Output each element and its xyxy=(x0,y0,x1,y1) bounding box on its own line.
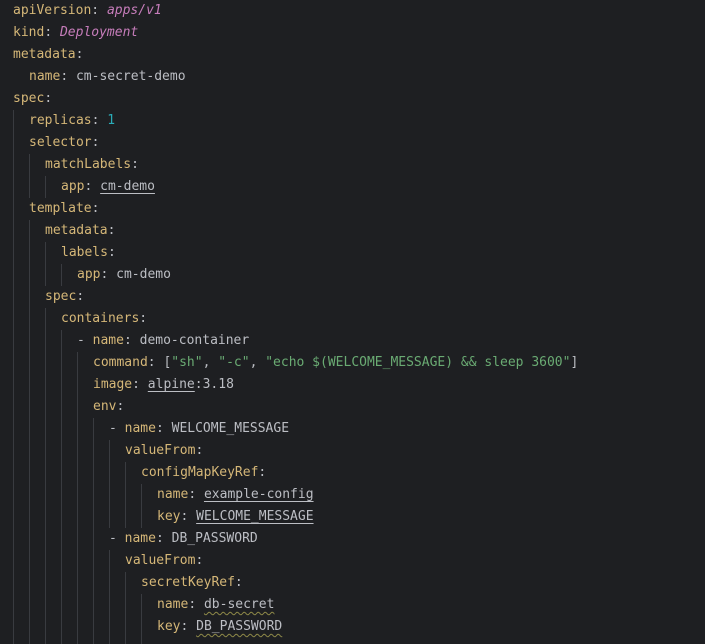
yaml-key: replicas xyxy=(29,113,92,128)
yaml-key: image xyxy=(93,377,133,392)
yaml-key: app xyxy=(61,179,85,194)
yaml-key: name xyxy=(157,487,189,502)
image-name[interactable]: alpine xyxy=(148,377,195,392)
yaml-key: selector xyxy=(29,135,92,150)
yaml-value: WELCOME_MESSAGE xyxy=(171,421,290,436)
code-line: command: ["sh", "-c", "echo $(WELCOME_ME… xyxy=(93,355,579,370)
yaml-value[interactable]: DB_PASSWORD xyxy=(196,619,282,634)
yaml-key: name xyxy=(124,421,156,436)
code-line: image: alpine:3.18 xyxy=(93,377,234,392)
code-line: app: cm-demo xyxy=(77,267,171,282)
yaml-key: valueFrom xyxy=(125,443,196,458)
code-line: kind: Deployment xyxy=(13,25,139,40)
yaml-string: "-c" xyxy=(218,355,250,370)
yaml-key: name xyxy=(92,333,124,348)
code-line: metadata: xyxy=(45,223,116,238)
yaml-key: kind xyxy=(13,25,45,40)
yaml-key: configMapKeyRef xyxy=(141,465,259,480)
code-line: key: DB_PASSWORD xyxy=(157,619,283,634)
command-arg: sh xyxy=(179,355,195,370)
yaml-key: valueFrom xyxy=(125,553,196,568)
code-line: env: xyxy=(93,399,125,414)
command-arg: -c xyxy=(226,355,242,370)
yaml-value: cm-secret-demo xyxy=(75,69,186,84)
yaml-value[interactable]: db-secret xyxy=(204,597,274,612)
code-line: valueFrom: xyxy=(125,443,204,458)
yaml-number: 1 xyxy=(107,113,116,128)
code-line: template: xyxy=(29,201,100,216)
code-line: apiVersion: apps/v1 xyxy=(13,3,162,18)
yaml-value: DB_PASSWORD xyxy=(171,531,258,546)
yaml-value[interactable]: example-config xyxy=(204,487,314,502)
yaml-key: spec xyxy=(13,91,45,106)
yaml-key: key xyxy=(157,509,181,524)
yaml-key: env xyxy=(93,399,117,414)
yaml-key: app xyxy=(77,267,101,282)
code-line: valueFrom: xyxy=(125,553,204,568)
code-editor[interactable]: apiVersion: apps/v1 kind: Deployment met… xyxy=(0,0,705,644)
code-line: matchLabels: xyxy=(45,157,139,172)
yaml-key: key xyxy=(157,619,181,634)
yaml-key: template xyxy=(29,201,92,216)
code-line: name: db-secret xyxy=(157,597,275,612)
yaml-value: apps/v1 xyxy=(106,3,162,18)
code-line: labels: xyxy=(61,245,116,260)
yaml-key: name xyxy=(124,531,156,546)
code-line: name: cm-secret-demo xyxy=(29,69,186,84)
code-line: - name: WELCOME_MESSAGE xyxy=(109,421,290,436)
code-line: selector: xyxy=(29,135,100,150)
code-line: metadata: xyxy=(13,47,84,62)
yaml-string: "sh" xyxy=(171,355,203,370)
yaml-key: metadata xyxy=(45,223,108,238)
code-line: key: WELCOME_MESSAGE xyxy=(157,509,314,524)
yaml-key: labels xyxy=(61,245,108,260)
code-line: replicas: 1 xyxy=(29,113,116,128)
code-line: containers: xyxy=(61,311,148,326)
yaml-key: metadata xyxy=(13,47,76,62)
code-line: app: cm-demo xyxy=(61,179,155,194)
code-line: spec: xyxy=(45,289,85,304)
code-line: name: example-config xyxy=(157,487,314,502)
yaml-key: containers xyxy=(61,311,140,326)
yaml-key: name xyxy=(157,597,189,612)
yaml-key: name xyxy=(29,69,61,84)
command-arg: echo $(WELCOME_MESSAGE) && sleep 3600 xyxy=(273,355,563,370)
yaml-key: secretKeyRef xyxy=(141,575,235,590)
yaml-value: cm-demo xyxy=(116,267,171,282)
code-line: spec: xyxy=(13,91,53,106)
image-tag: :3.18 xyxy=(194,377,234,392)
yaml-key: command xyxy=(93,355,148,370)
yaml-value[interactable]: WELCOME_MESSAGE xyxy=(196,509,313,524)
yaml-string: "echo $(WELCOME_MESSAGE) && sleep 3600" xyxy=(265,355,571,370)
code-line: - name: DB_PASSWORD xyxy=(109,531,258,546)
yaml-value[interactable]: cm-demo xyxy=(100,179,155,194)
yaml-key: apiVersion xyxy=(13,3,92,18)
yaml-key: spec xyxy=(45,289,77,304)
yaml-value: demo-container xyxy=(139,333,250,348)
yaml-value: Deployment xyxy=(59,25,139,40)
code-line: configMapKeyRef: xyxy=(141,465,267,480)
code-line: secretKeyRef: xyxy=(141,575,243,590)
yaml-key: matchLabels xyxy=(45,157,132,172)
code-line: - name: demo-container xyxy=(77,333,250,348)
